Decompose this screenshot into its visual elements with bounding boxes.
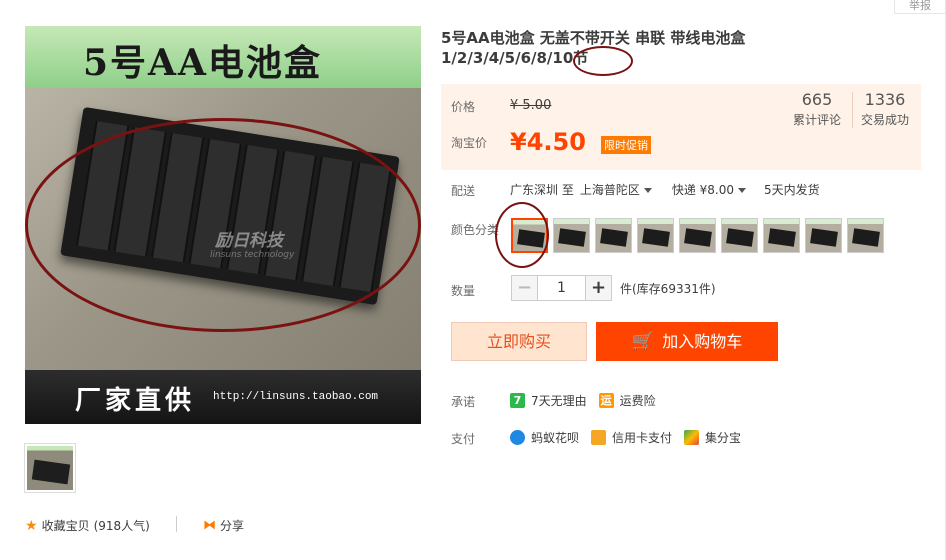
delivery-from: 广东深圳 至 — [510, 183, 574, 197]
collect-label: 收藏宝贝 — [41, 519, 90, 533]
annotation-circle-title — [573, 46, 633, 76]
reviews-label: 累计评论 — [793, 113, 842, 127]
payment-row: 蚂蚁花呗 信用卡支付 集分宝 — [510, 429, 741, 446]
delivery-label: 配送 — [451, 184, 476, 198]
current-price: ¥4.50 — [510, 128, 586, 156]
share-button[interactable]: ⧓ 分享 — [203, 517, 244, 534]
quantity-label: 数量 — [451, 284, 476, 298]
cart-icon: 🛒 — [631, 331, 655, 352]
quantity-stepper: − 1 + 件(库存69331件) — [511, 275, 716, 301]
color-swatch-6[interactable] — [721, 218, 758, 253]
image-thumbnail[interactable] — [24, 443, 76, 493]
original-price: ¥ 5.00 — [510, 98, 552, 113]
color-label: 颜色分类 — [451, 223, 500, 237]
jifenbao-icon — [684, 430, 700, 445]
color-swatch-8[interactable] — [805, 218, 842, 253]
color-swatch-2[interactable] — [553, 218, 590, 253]
image-banner-url: http://linsuns.taobao.com — [213, 391, 379, 403]
deals-label: 交易成功 — [861, 113, 910, 127]
seven-day-return-icon: 7 — [510, 393, 525, 408]
huabei-icon — [510, 430, 525, 445]
color-swatch-list — [511, 218, 884, 253]
image-banner-top: 5号AA电池盒 — [25, 26, 421, 88]
image-banner-title: 5号AA电池盒 — [83, 42, 322, 84]
image-banner-bottom-text: 厂家直供 — [75, 386, 196, 416]
main-product-image[interactable]: 5号AA电池盒 励日科技 linsuns technology 厂家直供 htt… — [25, 26, 421, 424]
price-label: 价格 — [451, 100, 476, 114]
payment-item-huabei[interactable]: 蚂蚁花呗 — [531, 429, 579, 446]
chevron-down-icon — [738, 188, 747, 193]
quantity-input[interactable]: 1 — [538, 275, 585, 301]
star-icon: ★ — [25, 517, 38, 534]
delivery-row: 广东深圳 至 上海普陀区 快递 ¥8.00 5天内发货 — [510, 181, 820, 198]
promise-row: 7 7天无理由 运 运费险 — [510, 392, 656, 409]
express-select[interactable]: 快递 ¥8.00 — [671, 181, 747, 198]
credit-card-icon — [591, 430, 607, 445]
color-swatch-3[interactable] — [595, 218, 632, 253]
delivery-to: 上海普陀区 — [579, 183, 640, 197]
reviews-count: 665 — [801, 90, 833, 109]
color-swatch-5[interactable] — [679, 218, 716, 253]
collect-count: (918人气) — [93, 519, 150, 533]
add-to-cart-label: 加入购物车 — [662, 332, 743, 351]
color-swatch-4[interactable] — [637, 218, 674, 253]
promise-item-insurance[interactable]: 运费险 — [620, 392, 656, 409]
shipping-insurance-icon: 运 — [598, 393, 614, 408]
buy-now-button[interactable]: 立即购买 — [451, 322, 587, 361]
stock-info: 件(库存69331件) — [620, 281, 716, 296]
reviews-stat[interactable]: 665 累计评论 — [793, 90, 841, 130]
promo-badge: 限时促销 — [601, 136, 651, 154]
divider — [176, 516, 177, 532]
add-to-cart-button[interactable]: 🛒 加入购物车 — [596, 322, 778, 361]
taobao-price-label: 淘宝价 — [451, 136, 488, 150]
express-fee: 快递 ¥8.00 — [671, 183, 735, 197]
promise-item-return[interactable]: 7天无理由 — [531, 392, 587, 409]
deals-count: 1336 — [864, 90, 906, 109]
report-link[interactable]: 举报 — [894, 0, 946, 14]
chevron-down-icon — [643, 188, 652, 193]
payment-label: 支付 — [451, 432, 476, 446]
share-label: 分享 — [220, 519, 245, 533]
ship-time: 5天内发货 — [764, 183, 820, 197]
image-banner-bottom: 厂家直供 http://linsuns.taobao.com — [25, 370, 421, 424]
color-swatch-9[interactable] — [847, 218, 884, 253]
promise-label: 承诺 — [451, 395, 476, 409]
quantity-plus-button[interactable]: + — [585, 275, 612, 301]
payment-item-jifenbao[interactable]: 集分宝 — [705, 429, 741, 446]
annotation-ellipse — [25, 118, 421, 332]
collect-button[interactable]: ★ 收藏宝贝 (918人气) — [25, 517, 150, 534]
stat-divider — [852, 92, 853, 128]
price-box: 价格 ¥ 5.00 淘宝价 ¥4.50 限时促销 665 累计评论 1336 交… — [441, 84, 921, 170]
color-swatch-7[interactable] — [763, 218, 800, 253]
delivery-to-select[interactable]: 上海普陀区 — [580, 181, 652, 198]
payment-item-credit[interactable]: 信用卡支付 — [612, 429, 672, 446]
annotation-circle-swatch — [495, 202, 549, 268]
deals-stat: 1336 交易成功 — [861, 90, 909, 130]
share-icon: ⧓ — [203, 518, 216, 533]
quantity-minus-button[interactable]: − — [511, 275, 538, 301]
